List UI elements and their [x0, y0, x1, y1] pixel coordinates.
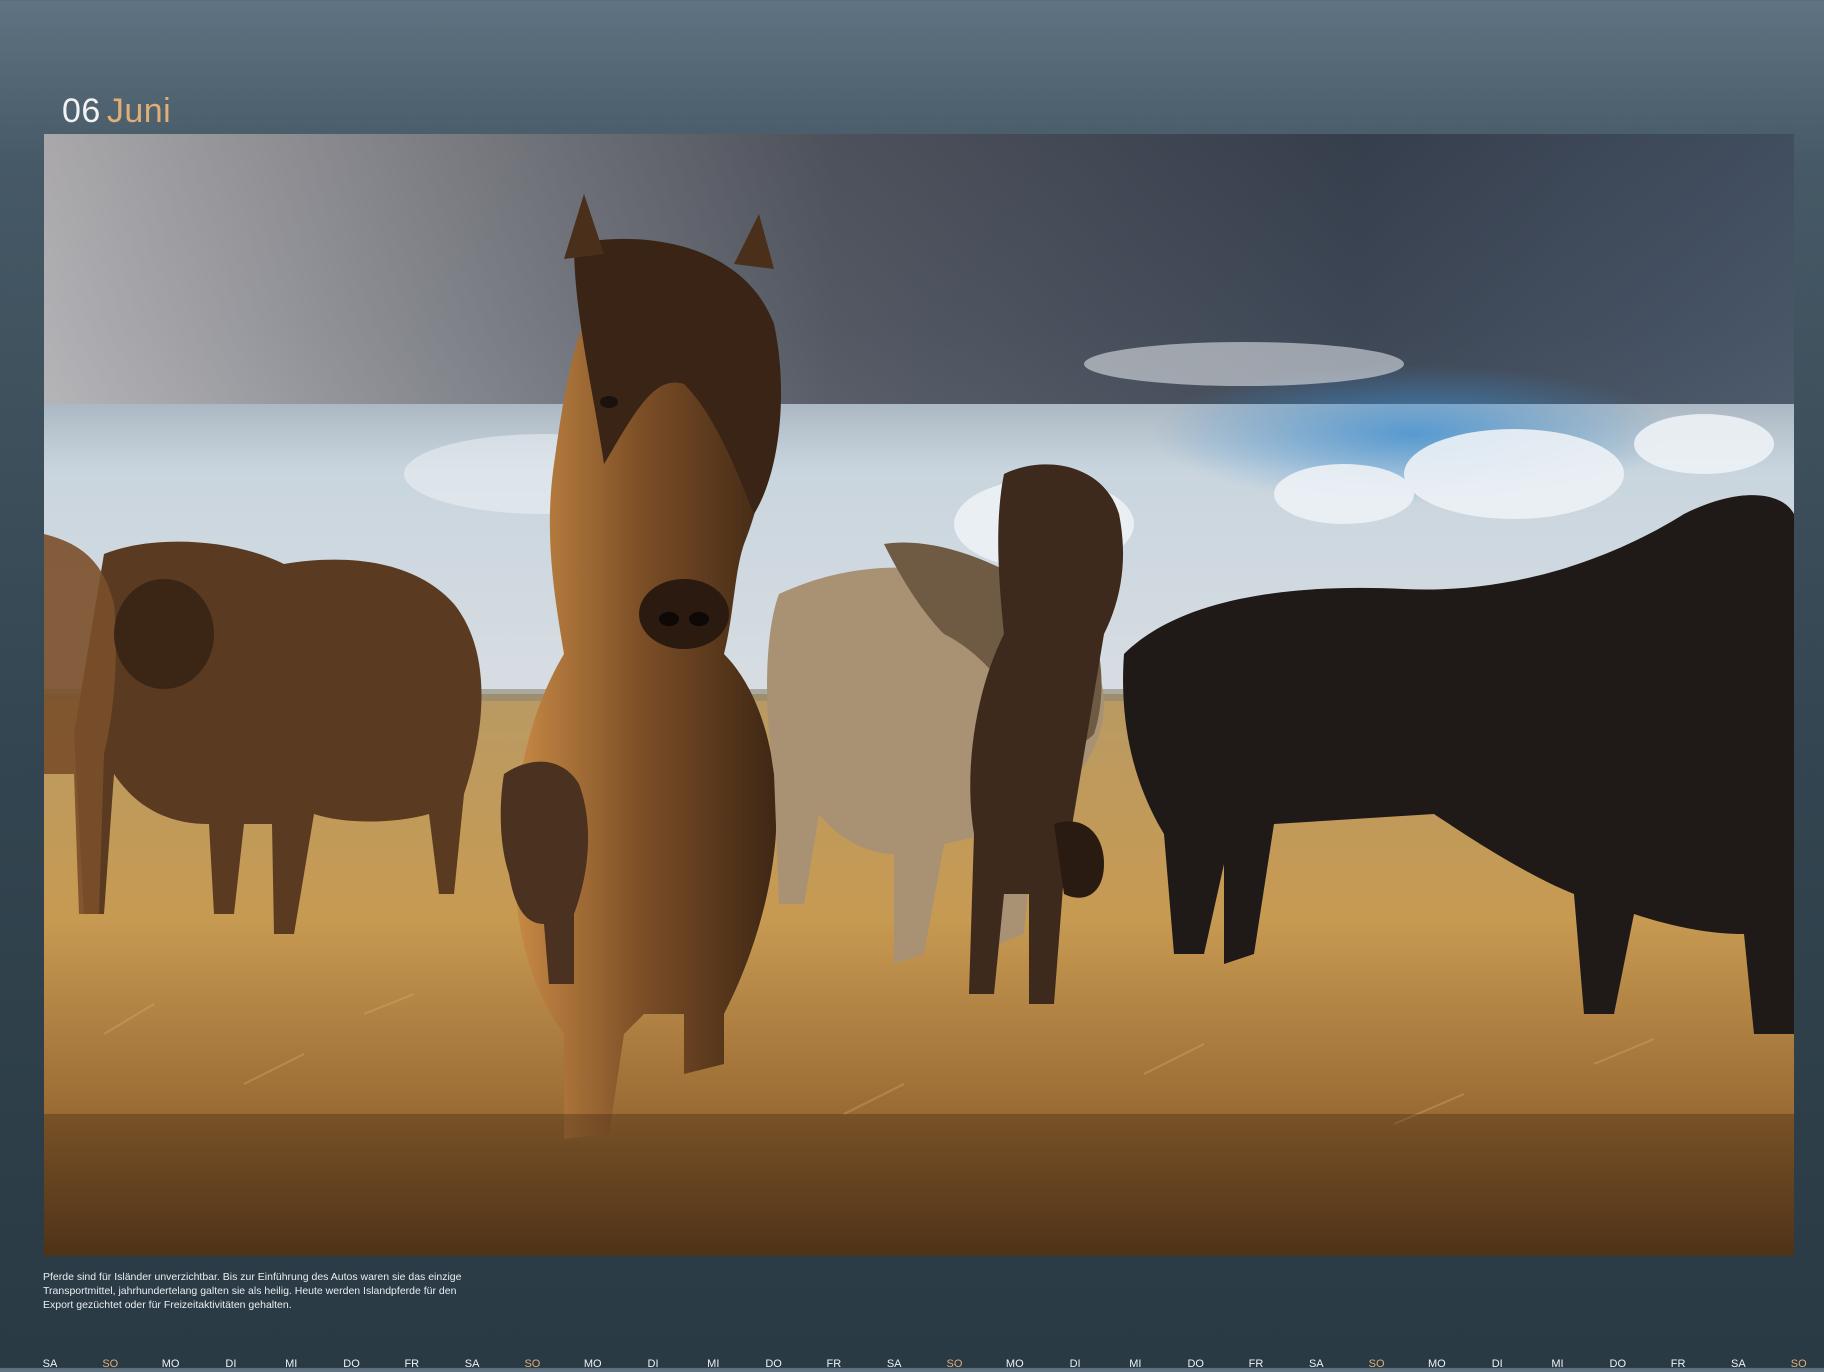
weekday-label: MO	[583, 1358, 602, 1370]
calendar-photo	[44, 134, 1794, 1256]
month-name: Juni	[106, 92, 172, 130]
weekday-label: FR	[1670, 1358, 1686, 1370]
weekday-label: SO	[102, 1358, 119, 1370]
weekday-label: DO	[343, 1358, 360, 1370]
weekday-label: DI	[225, 1358, 237, 1370]
weekday-label: MI	[1129, 1358, 1142, 1370]
weekday-label: DI	[647, 1358, 659, 1370]
weekday-label: MO	[1005, 1358, 1024, 1370]
weekday-label: SA	[886, 1358, 902, 1370]
weekday-row: SA SO MO DI MI DO FR SA SO MO DI MI DO FR SA SO MO DI MI DO…	[0, 1358, 1824, 1372]
weekday-label: DO	[1609, 1358, 1627, 1370]
weekday-label: DI	[1069, 1358, 1081, 1370]
weekday-label: SA	[464, 1358, 480, 1370]
weekday-label: MI	[707, 1358, 720, 1370]
horses-illustration	[44, 134, 1794, 1256]
month-number: 06	[62, 92, 101, 130]
weekday-label: DO	[1187, 1358, 1204, 1370]
weekday-label: MI	[1551, 1358, 1564, 1370]
weekday-label: SO	[524, 1358, 541, 1370]
weekday-label: DO	[765, 1358, 782, 1370]
weekday-label: MI	[285, 1358, 298, 1370]
weekday-label: MO	[1428, 1358, 1446, 1370]
weekday-label: SA	[42, 1358, 58, 1370]
weekday-label: SA	[1308, 1358, 1324, 1370]
photo-caption: Pferde sind für Isländer unverzichtbar. …	[43, 1271, 462, 1311]
weekday-label: SA	[1731, 1358, 1746, 1370]
weekday-label: FR	[1248, 1358, 1264, 1370]
weekday-label: SO	[1368, 1358, 1385, 1370]
weekday-label: MO	[161, 1358, 180, 1370]
weekday-label: SO	[946, 1358, 963, 1370]
weekday-label: FR	[404, 1358, 420, 1370]
weekday-label: FR	[826, 1358, 842, 1370]
month-header: 06 Juni	[62, 92, 171, 131]
weekday-label: DI	[1491, 1358, 1503, 1370]
weekday-label: SO	[1790, 1358, 1807, 1370]
